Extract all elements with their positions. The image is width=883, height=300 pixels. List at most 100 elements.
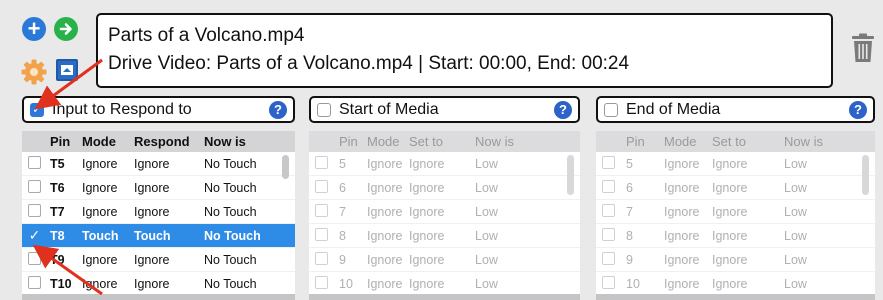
set-cell: Ignore bbox=[712, 228, 748, 243]
table-row[interactable]: 7 Ignore Ignore Low bbox=[596, 200, 875, 224]
table-row[interactable]: 5 Ignore Ignore Low bbox=[596, 152, 875, 176]
now-is-cell: Low bbox=[784, 204, 807, 219]
pin-cell: 9 bbox=[626, 252, 633, 267]
table-row[interactable]: 6 Ignore Ignore Low bbox=[309, 176, 580, 200]
now-is-cell: Low bbox=[784, 276, 807, 291]
pin-cell: 10 bbox=[626, 276, 640, 291]
table-row[interactable]: 10 Ignore Ignore Low bbox=[309, 272, 580, 296]
row-checkbox[interactable] bbox=[28, 251, 41, 265]
table-row[interactable]: T7 Ignore Ignore No Touch bbox=[22, 200, 295, 224]
help-icon[interactable]: ? bbox=[269, 100, 287, 119]
horizontal-scrollbar[interactable] bbox=[22, 294, 295, 300]
scrollbar-thumb[interactable] bbox=[282, 155, 289, 179]
table-row[interactable]: ✓ T8 Touch Touch No Touch bbox=[22, 224, 295, 248]
horizontal-scrollbar[interactable] bbox=[596, 294, 875, 300]
row-checkbox[interactable] bbox=[602, 251, 615, 265]
add-plus-icon[interactable]: + bbox=[22, 17, 46, 41]
pin-cell: T9 bbox=[50, 252, 65, 267]
row-checkbox[interactable] bbox=[315, 227, 328, 241]
end-enable-checkbox[interactable] bbox=[604, 102, 618, 117]
table-header: Pin Mode Respond Now is bbox=[22, 131, 295, 152]
respond-cell: Ignore bbox=[134, 276, 170, 291]
now-is-cell: Low bbox=[475, 276, 498, 291]
media-title-box[interactable]: Parts of a Volcano.mp4 Drive Video: Part… bbox=[96, 13, 833, 88]
mode-cell: Ignore bbox=[367, 228, 403, 243]
row-checkbox[interactable] bbox=[602, 203, 615, 217]
set-cell: Ignore bbox=[712, 180, 748, 195]
start-enable-checkbox[interactable] bbox=[317, 102, 331, 117]
now-is-cell: No Touch bbox=[204, 180, 257, 195]
mode-cell: Ignore bbox=[664, 276, 700, 291]
mode-cell: Ignore bbox=[82, 180, 118, 195]
mode-cell: Ignore bbox=[367, 180, 403, 195]
help-icon[interactable]: ? bbox=[554, 100, 572, 119]
help-icon[interactable]: ? bbox=[849, 100, 867, 119]
set-cell: Ignore bbox=[712, 276, 748, 291]
pin-cell: 9 bbox=[339, 252, 346, 267]
column-header-pin: Pin bbox=[339, 134, 358, 149]
pin-cell: 5 bbox=[626, 156, 633, 171]
row-checkbox[interactable] bbox=[315, 275, 328, 289]
row-checkbox[interactable] bbox=[315, 203, 328, 217]
row-checkbox[interactable] bbox=[315, 251, 328, 265]
row-checkbox[interactable] bbox=[602, 275, 615, 289]
column-header-mode: Mode bbox=[82, 134, 116, 149]
table-row[interactable]: 7 Ignore Ignore Low bbox=[309, 200, 580, 224]
table-row[interactable]: 6 Ignore Ignore Low bbox=[596, 176, 875, 200]
go-arrow-icon[interactable] bbox=[54, 17, 78, 41]
row-checkbox[interactable] bbox=[602, 155, 615, 169]
input-enable-checkbox[interactable]: ✓ bbox=[30, 102, 44, 117]
set-cell: Ignore bbox=[409, 252, 445, 267]
row-checkbox[interactable] bbox=[602, 227, 615, 241]
input-panel-header: ✓ Input to Respond to ? bbox=[22, 96, 295, 123]
respond-cell: Ignore bbox=[134, 180, 170, 195]
horizontal-scrollbar[interactable] bbox=[309, 294, 580, 300]
now-is-cell: Low bbox=[784, 180, 807, 195]
table-row[interactable]: T6 Ignore Ignore No Touch bbox=[22, 176, 295, 200]
mode-cell: Ignore bbox=[82, 156, 118, 171]
row-checkbox[interactable] bbox=[28, 155, 41, 169]
table-row[interactable]: 8 Ignore Ignore Low bbox=[309, 224, 580, 248]
display-icon[interactable] bbox=[56, 59, 78, 81]
mode-cell: Ignore bbox=[664, 180, 700, 195]
table-row[interactable]: T9 Ignore Ignore No Touch bbox=[22, 248, 295, 272]
set-cell: Ignore bbox=[409, 228, 445, 243]
row-checkbox[interactable] bbox=[28, 203, 41, 217]
mode-cell: Touch bbox=[82, 228, 119, 243]
trash-icon[interactable] bbox=[851, 33, 875, 63]
mode-cell: Ignore bbox=[367, 276, 403, 291]
column-header-now-is: Now is bbox=[784, 134, 824, 149]
column-header-respond: Respond bbox=[134, 134, 190, 149]
pin-cell: T5 bbox=[50, 156, 65, 171]
now-is-cell: Low bbox=[475, 252, 498, 267]
scrollbar-thumb[interactable] bbox=[862, 155, 869, 195]
table-row[interactable]: T10 Ignore Ignore No Touch bbox=[22, 272, 295, 296]
row-checkbox[interactable] bbox=[315, 179, 328, 193]
row-checkbox[interactable]: ✓ bbox=[28, 229, 41, 242]
gear-icon[interactable] bbox=[20, 58, 48, 86]
table-row[interactable]: 10 Ignore Ignore Low bbox=[596, 272, 875, 296]
mode-cell: Ignore bbox=[82, 204, 118, 219]
media-file-name: Parts of a Volcano.mp4 bbox=[108, 25, 305, 46]
row-checkbox[interactable] bbox=[315, 155, 328, 169]
scrollbar-thumb[interactable] bbox=[567, 155, 574, 195]
table-row[interactable]: 8 Ignore Ignore Low bbox=[596, 224, 875, 248]
pin-cell: 10 bbox=[339, 276, 353, 291]
table-row[interactable]: 9 Ignore Ignore Low bbox=[596, 248, 875, 272]
set-cell: Ignore bbox=[409, 180, 445, 195]
table-row[interactable]: 9 Ignore Ignore Low bbox=[309, 248, 580, 272]
pin-cell: 5 bbox=[339, 156, 346, 171]
mode-cell: Ignore bbox=[367, 204, 403, 219]
row-checkbox[interactable] bbox=[28, 275, 41, 289]
row-checkbox[interactable] bbox=[602, 179, 615, 193]
row-checkbox[interactable] bbox=[28, 179, 41, 193]
table-row[interactable]: T5 Ignore Ignore No Touch bbox=[22, 152, 295, 176]
pin-cell: T10 bbox=[50, 276, 72, 291]
mode-cell: Ignore bbox=[664, 204, 700, 219]
start-panel-header: Start of Media ? bbox=[309, 96, 580, 123]
pin-cell: 8 bbox=[339, 228, 346, 243]
start-panel-label: Start of Media bbox=[339, 100, 439, 118]
table-row[interactable]: 5 Ignore Ignore Low bbox=[309, 152, 580, 176]
pin-cell: 6 bbox=[626, 180, 633, 195]
now-is-cell: No Touch bbox=[204, 156, 257, 171]
